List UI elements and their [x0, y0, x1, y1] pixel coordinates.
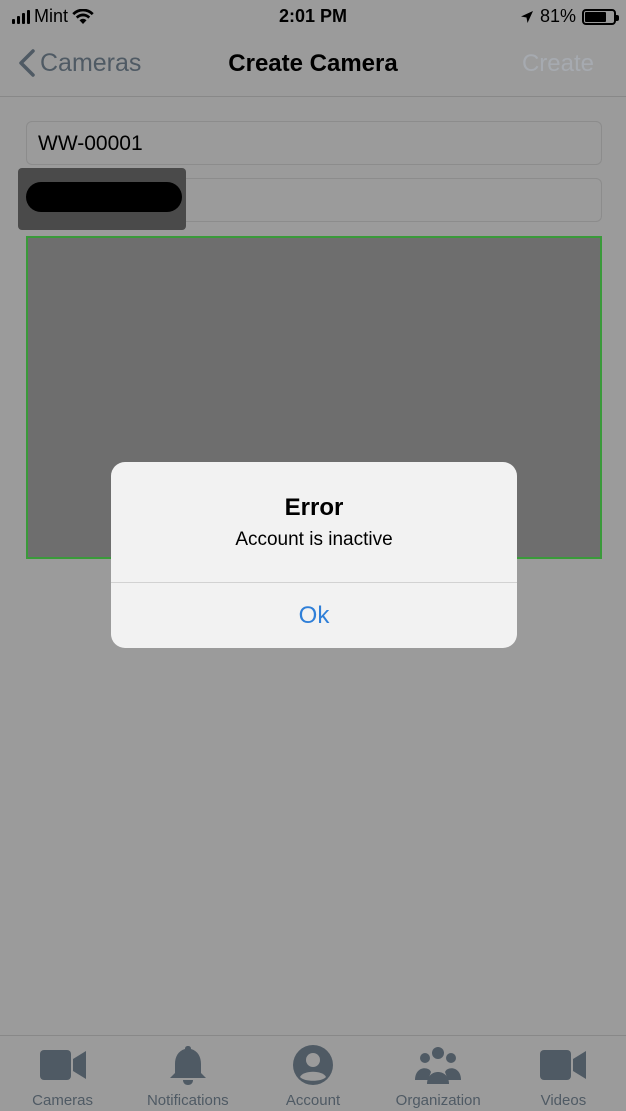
tab-label: Organization — [395, 1092, 481, 1109]
tab-cameras[interactable]: Cameras — [0, 1036, 125, 1111]
people-group-icon — [415, 1047, 462, 1084]
status-right: 81% — [520, 6, 619, 27]
video-camera-icon — [39, 1050, 86, 1080]
battery-percent: 81% — [539, 6, 576, 26]
camera-name-field[interactable]: WW-00001 — [26, 121, 602, 165]
tab-organization[interactable]: Organization — [376, 1036, 501, 1111]
error-alert: Error Account is inactive Ok — [111, 462, 517, 648]
bell-icon — [169, 1046, 206, 1085]
tab-bar: Cameras Notifications Account Organizati… — [0, 1035, 626, 1111]
battery-fill — [585, 11, 606, 22]
redaction-mark — [26, 182, 182, 212]
location-arrow-icon — [520, 10, 533, 23]
alert-title: Error — [284, 494, 344, 521]
battery-icon — [582, 8, 619, 25]
tab-label: Videos — [540, 1092, 587, 1109]
tab-label: Notifications — [146, 1092, 229, 1109]
tab-videos[interactable]: Videos — [501, 1036, 626, 1111]
create-button[interactable]: Create — [522, 50, 594, 78]
video-camera-icon — [540, 1050, 587, 1080]
tab-label: Account — [285, 1092, 341, 1109]
status-bar: Mint 2:01 PM 81% — [0, 0, 626, 34]
tab-label: Cameras — [32, 1092, 94, 1109]
tab-account[interactable]: Account — [250, 1036, 375, 1111]
ok-button[interactable]: Ok — [111, 583, 517, 648]
tab-notifications[interactable]: Notifications — [125, 1036, 250, 1111]
alert-message: Account is inactive — [235, 529, 393, 550]
account-icon — [293, 1045, 333, 1085]
nav-bar: Cameras Create Camera Create — [0, 34, 626, 97]
